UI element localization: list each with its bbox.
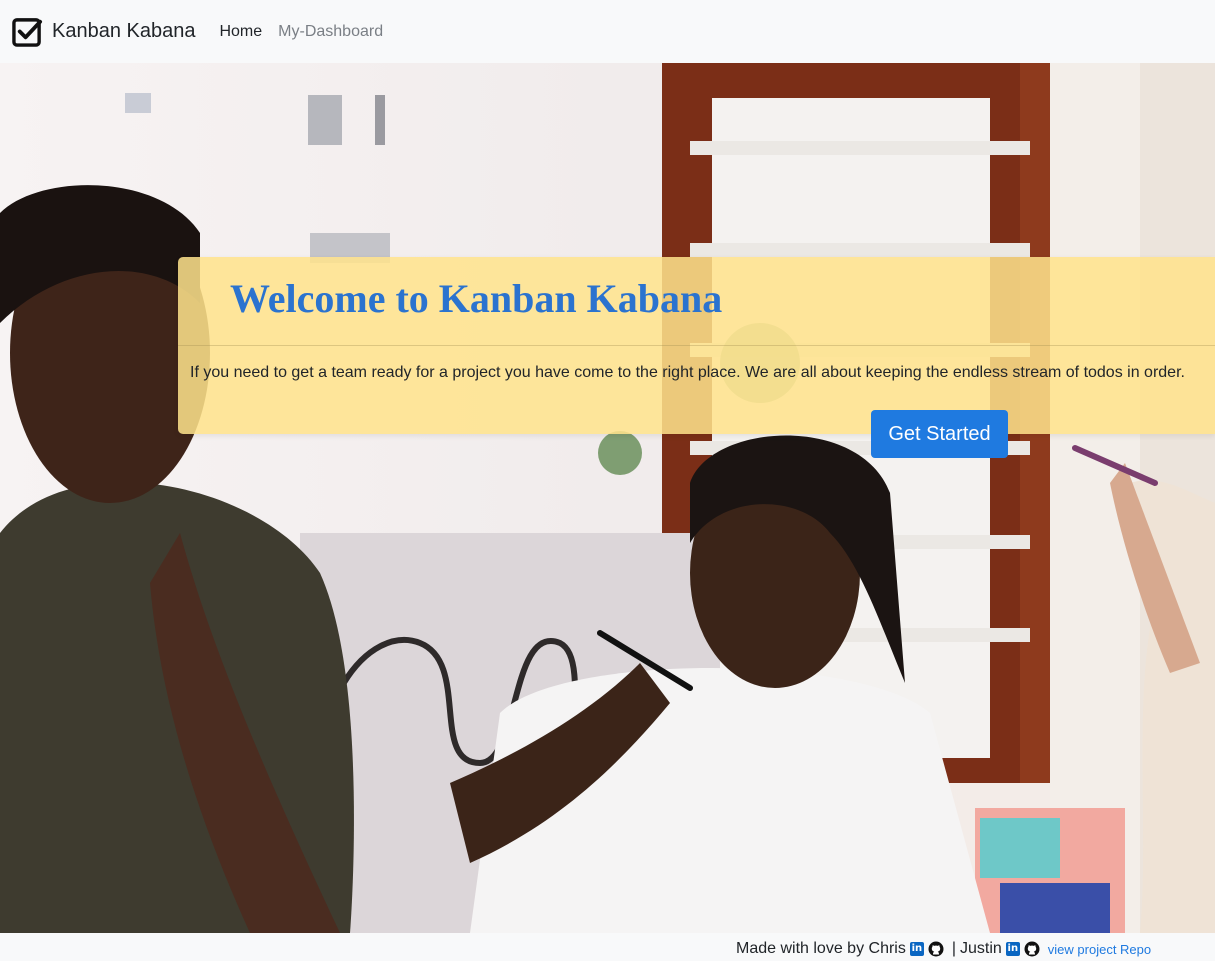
get-started-button[interactable]: Get Started (871, 410, 1008, 458)
footer-separator: | (951, 940, 956, 957)
hero-section: Welcome to Kanban Kabana If you need to … (0, 63, 1215, 933)
github-icon[interactable] (928, 941, 944, 957)
github-icon[interactable] (1024, 941, 1040, 957)
brand-link[interactable]: Kanban Kabana (12, 16, 195, 47)
footer-second-author: Justin (960, 940, 1002, 957)
footer-credits: Made with love by Chris in | Justin in v… (736, 940, 1151, 958)
footer-made-by: Made with love by Chris (736, 940, 906, 957)
hero-background-image (0, 63, 1215, 933)
brand-name: Kanban Kabana (52, 20, 196, 42)
nav-home-link[interactable]: Home (219, 23, 262, 41)
navbar: Kanban Kabana Home My-Dashboard (0, 0, 1215, 63)
project-repo-link[interactable]: view project Repo (1048, 942, 1151, 957)
linkedin-icon[interactable]: in (1005, 942, 1020, 956)
banner-divider (178, 345, 1215, 346)
footer: Made with love by Chris in | Justin in v… (0, 933, 1215, 961)
nav-links: Home My-Dashboard (219, 23, 399, 41)
welcome-text: If you need to get a team ready for a pr… (190, 364, 1185, 381)
welcome-title: Welcome to Kanban Kabana (230, 276, 723, 321)
nav-dashboard-link[interactable]: My-Dashboard (278, 23, 383, 41)
welcome-banner: Welcome to Kanban Kabana If you need to … (178, 257, 1215, 458)
linkedin-icon[interactable]: in (909, 942, 924, 956)
checkbox-icon (12, 18, 43, 47)
